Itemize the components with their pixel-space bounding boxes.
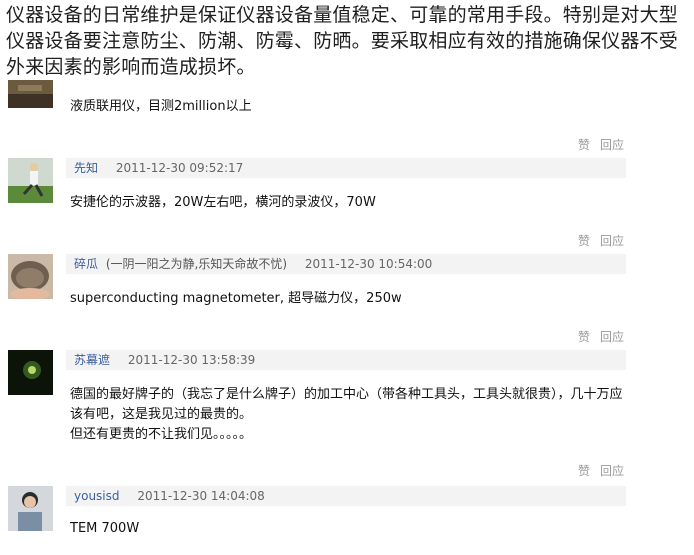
timestamp: 2011-12-30 13:58:39 — [127, 353, 256, 367]
comment-header: 苏幕遮 2011-12-30 13:58:39 — [66, 350, 626, 370]
user-tagline: (一阴一阳之为静,乐知天命故不忧) — [105, 257, 288, 271]
comment-actions: 赞回应 — [578, 328, 634, 345]
comment-text: 液质联用仪，目测2million以上 — [70, 99, 252, 114]
like-button[interactable]: 赞 — [578, 234, 590, 248]
timestamp: 2011-12-30 14:04:08 — [137, 489, 265, 503]
reply-button[interactable]: 回应 — [600, 234, 624, 248]
avatar-image — [8, 254, 53, 299]
comment-header: yousisd 2011-12-30 14:04:08 — [66, 486, 626, 506]
username[interactable]: yousisd — [74, 489, 120, 503]
avatar-image — [8, 80, 53, 108]
timestamp: 2011-12-30 09:52:17 — [115, 161, 244, 175]
like-button[interactable]: 赞 — [578, 138, 590, 152]
comment-text: 安捷伦的示波器，20W左右吧，横河的录波仪，70W — [70, 195, 376, 210]
comment-text: TEM 700W — [70, 521, 140, 536]
like-button[interactable]: 赞 — [578, 330, 590, 344]
intro-paragraph: 仪器设备的日常维护是保证仪器设备量值稳定、可靠的常用手段。特别是对大型仪器设备要… — [6, 4, 679, 78]
comment-header: 先知 2011-12-30 09:52:17 — [66, 158, 626, 178]
comment-text-line: 但还有更贵的不让我们见。。。。。 — [70, 427, 253, 442]
reply-button[interactable]: 回应 — [600, 330, 624, 344]
comment-actions: 赞回应 — [578, 462, 634, 479]
avatar-image — [8, 350, 53, 395]
avatar[interactable] — [8, 158, 53, 203]
avatar[interactable] — [8, 486, 53, 531]
username[interactable]: 碎瓜 — [74, 257, 98, 271]
comment-text: superconducting magnetometer, 超导磁力仪，250w — [70, 291, 402, 306]
comment-header: 碎瓜 (一阴一阳之为静,乐知天命故不忧) 2011-12-30 10:54:00 — [66, 254, 626, 274]
username[interactable]: 苏幕遮 — [74, 353, 110, 367]
comment-text-line: 德国的最好牌子的（我忘了是什么牌子）的加工中心（带各种工具头，工具头就很贵），几… — [70, 387, 623, 402]
avatar-image — [8, 158, 53, 203]
comment-text-line: 该有吧，这是我见过的最贵的。 — [70, 407, 253, 422]
reply-button[interactable]: 回应 — [600, 138, 624, 152]
avatar-image — [8, 486, 53, 531]
reply-button[interactable]: 回应 — [600, 464, 624, 478]
comment-actions: 赞回应 — [578, 232, 634, 249]
username[interactable]: 先知 — [74, 161, 98, 175]
comment-text: 德国的最好牌子的（我忘了是什么牌子）的加工中心（带各种工具头，工具头就很贵），几… — [70, 385, 625, 445]
avatar[interactable] — [8, 254, 53, 299]
like-button[interactable]: 赞 — [578, 464, 590, 478]
comment-actions: 赞回应 — [578, 136, 634, 153]
timestamp: 2011-12-30 10:54:00 — [304, 257, 433, 271]
avatar[interactable] — [8, 80, 53, 108]
avatar[interactable] — [8, 350, 53, 395]
